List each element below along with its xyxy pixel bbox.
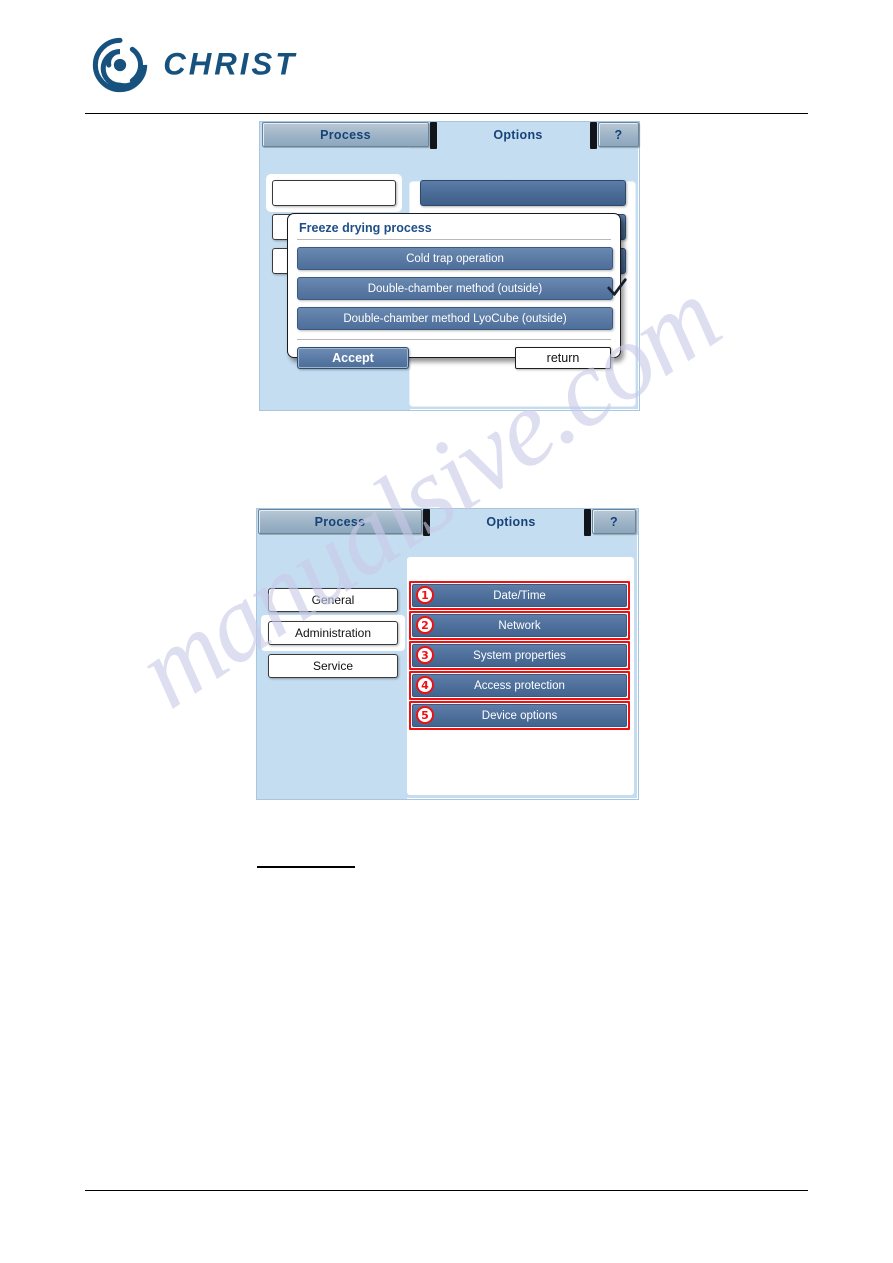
tab-options[interactable]: Options (431, 509, 591, 534)
device-screenshot-freeze-drying-dialog: Process Options ? Freeze drying process … (259, 121, 640, 411)
dialog-option-label: Cold trap operation (406, 252, 504, 265)
checkmark-icon (607, 278, 627, 296)
tab-help[interactable]: ? (598, 122, 639, 147)
svg-text:CHRIST: CHRIST (163, 47, 297, 82)
christ-spiral-logo-icon (92, 37, 148, 93)
tab-process[interactable]: Process (258, 509, 422, 534)
tab-bar: Process Options ? (257, 509, 638, 536)
dialog-option-label: Double-chamber method LyoCube (outside) (343, 312, 567, 325)
callout-badge-1: 1 (416, 586, 434, 604)
tab-help[interactable]: ? (592, 509, 636, 534)
callout-badge-5: 5 (416, 706, 434, 724)
dialog-footer: Accept return (297, 339, 611, 369)
background-nav-button[interactable] (272, 180, 396, 206)
device-screenshot-options-administration: Process Options ? General Administration… (256, 508, 639, 800)
background-option-button[interactable] (420, 180, 626, 206)
return-button[interactable]: return (515, 347, 611, 369)
freeze-drying-process-dialog: Freeze drying process Cold trap operatio… (287, 213, 627, 369)
accept-button[interactable]: Accept (297, 347, 409, 369)
option-button-access-protection[interactable]: Access protection (412, 674, 627, 697)
dialog-option-double-chamber-method-lyocube-outside[interactable]: Double-chamber method LyoCube (outside) (297, 307, 613, 330)
caption-underline (257, 866, 355, 868)
dialog-title: Freeze drying process (297, 220, 611, 240)
dialog-option-double-chamber-method-outside[interactable]: Double-chamber method (outside) (297, 277, 627, 300)
christ-wordmark: CHRIST (163, 47, 297, 82)
option-button-network[interactable]: Network (412, 614, 627, 637)
callout-badge-3: 3 (416, 646, 434, 664)
dialog-option-label: Double-chamber method (outside) (367, 282, 543, 295)
footer-divider (85, 1190, 808, 1191)
screen-body: Freeze drying process Cold trap operatio… (260, 148, 639, 410)
callout-badge-2: 2 (416, 616, 434, 634)
tab-separator (423, 509, 430, 536)
brand-logo: CHRIST (92, 36, 342, 94)
header-divider (85, 113, 808, 114)
tab-separator (584, 509, 591, 536)
sidebar-item-service[interactable]: Service (268, 654, 398, 678)
dialog-option-cold-trap-operation[interactable]: Cold trap operation (297, 247, 613, 270)
sidebar-item-general[interactable]: General (268, 588, 398, 612)
screen-body: General Administration Service Date/Time… (257, 535, 638, 799)
tab-options[interactable]: Options (438, 122, 598, 147)
option-button-date-time[interactable]: Date/Time (412, 584, 627, 607)
option-button-device-options[interactable]: Device options (412, 704, 627, 727)
option-button-system-properties[interactable]: System properties (412, 644, 627, 667)
callout-badge-4: 4 (416, 676, 434, 694)
tab-separator (430, 122, 437, 149)
tab-bar: Process Options ? (260, 122, 639, 149)
tab-process[interactable]: Process (262, 122, 429, 147)
sidebar-item-administration[interactable]: Administration (268, 621, 398, 645)
tab-separator (590, 122, 597, 149)
